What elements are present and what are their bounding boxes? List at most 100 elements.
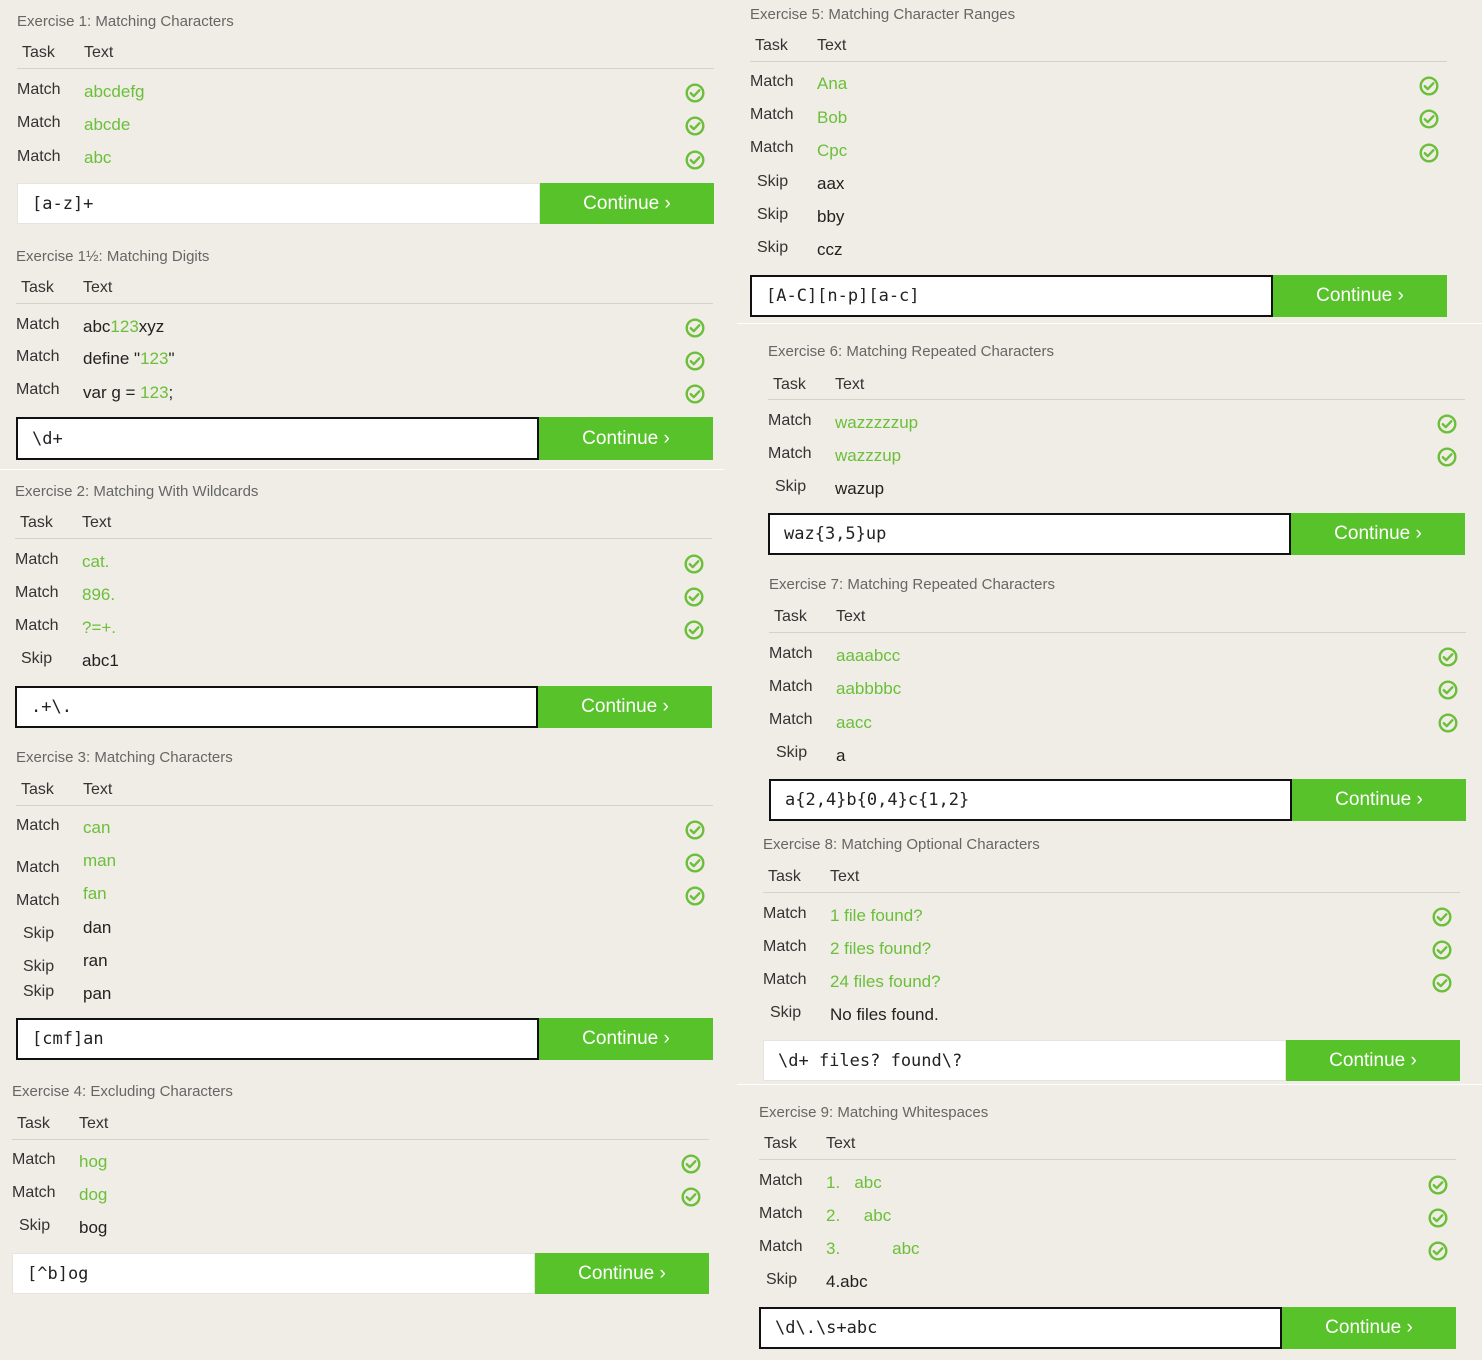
row-text: Bob	[817, 108, 848, 127]
header-text: Text	[82, 514, 112, 531]
continue-button[interactable]: Continue ›	[539, 417, 713, 460]
task-label: Skip	[21, 650, 53, 667]
regex-input[interactable]: [A-C][n-p][a-c]	[750, 275, 1273, 317]
section-divider	[0, 469, 724, 470]
check-circle-icon	[685, 116, 705, 136]
task-label: Match	[763, 971, 807, 988]
task-label: Match	[16, 859, 60, 876]
section-divider	[737, 323, 1482, 324]
check-circle-icon	[1428, 1208, 1448, 1228]
task-label: Match	[763, 905, 807, 922]
row-text: 2. abc	[826, 1206, 892, 1225]
row-text: aacc	[836, 713, 872, 732]
continue-button[interactable]: Continue ›	[539, 1018, 713, 1060]
regex-input[interactable]: \d+	[16, 417, 539, 460]
header-text: Text	[830, 868, 860, 885]
check-circle-icon	[1438, 680, 1458, 700]
row-text: a	[836, 746, 846, 765]
regex-input[interactable]: .+\.	[15, 686, 538, 728]
row-text: 3. abc	[826, 1239, 920, 1258]
regex-input[interactable]: [cmf]an	[16, 1018, 539, 1060]
row-text: 896.	[82, 585, 116, 604]
exercise-title: Exercise 4: Excluding Characters	[12, 1083, 233, 1100]
exercise-2: Exercise 2: Matching With Wildcards Task…	[15, 483, 715, 733]
task-label: Match	[15, 551, 59, 568]
exercise-5: Exercise 5: Matching Character Ranges Ta…	[750, 6, 1450, 321]
header-divider	[16, 805, 713, 806]
task-label: Match	[769, 711, 813, 728]
row-text: bby	[817, 207, 845, 226]
task-label: Match	[768, 412, 812, 429]
regex-input[interactable]: \d\.\s+abc	[759, 1307, 1282, 1349]
row-text: cat.	[82, 552, 110, 571]
task-label: Skip	[766, 1271, 798, 1288]
header-text: Text	[836, 608, 866, 625]
task-label: Match	[12, 1151, 56, 1168]
header-text: Text	[79, 1115, 109, 1132]
check-circle-icon	[685, 351, 705, 371]
regex-input[interactable]: \d+ files? found\?	[763, 1040, 1286, 1081]
check-circle-icon	[684, 587, 704, 607]
row-text: var g = 123;	[83, 383, 174, 402]
row-text: man	[83, 851, 117, 870]
header-text: Text	[83, 781, 113, 798]
header-task: Task	[20, 514, 53, 531]
row-text: ?=+.	[82, 618, 117, 637]
check-circle-icon	[1437, 414, 1457, 434]
header-task: Task	[764, 1135, 797, 1152]
header-divider	[768, 399, 1465, 400]
exercise-title: Exercise 2: Matching With Wildcards	[15, 483, 259, 500]
regex-input[interactable]: a{2,4}b{0,4}c{1,2}	[769, 779, 1292, 821]
row-text: aax	[817, 174, 845, 193]
continue-button[interactable]: Continue ›	[540, 183, 714, 224]
task-label: Match	[759, 1238, 803, 1255]
exercise-7: Exercise 7: Matching Repeated Characters…	[769, 576, 1469, 826]
exercise-6: Exercise 6: Matching Repeated Characters…	[768, 343, 1468, 558]
row-text: fan	[83, 884, 107, 903]
check-circle-icon	[1428, 1241, 1448, 1261]
check-circle-icon	[1432, 973, 1452, 993]
row-text: Ana	[817, 74, 848, 93]
header-text: Text	[826, 1135, 856, 1152]
task-label: Skip	[19, 1217, 51, 1234]
header-divider	[769, 632, 1466, 633]
continue-button[interactable]: Continue ›	[535, 1253, 709, 1294]
row-text: can	[83, 818, 111, 837]
exercise-9: Exercise 9: Matching Whitespaces Task Te…	[759, 1104, 1459, 1354]
task-label: Match	[750, 139, 794, 156]
task-label: Match	[769, 645, 813, 662]
continue-button[interactable]: Continue ›	[1282, 1307, 1456, 1349]
exercise-title: Exercise 3: Matching Characters	[16, 749, 233, 766]
header-text: Text	[84, 44, 114, 61]
row-text: hog	[79, 1152, 108, 1171]
check-circle-icon	[681, 1154, 701, 1174]
row-text: dog	[79, 1185, 108, 1204]
exercise-title: Exercise 9: Matching Whitespaces	[759, 1104, 989, 1121]
row-text: No files found.	[830, 1005, 939, 1024]
task-label: Match	[750, 73, 794, 90]
check-circle-icon	[1432, 907, 1452, 927]
exercise-title: Exercise 8: Matching Optional Characters	[763, 836, 1040, 853]
check-circle-icon	[685, 853, 705, 873]
exercise-title: Exercise 1: Matching Characters	[17, 13, 234, 30]
regex-input[interactable]: waz{3,5}up	[768, 513, 1291, 555]
continue-button[interactable]: Continue ›	[538, 686, 712, 728]
row-text: 4.abc	[826, 1272, 868, 1291]
row-text: 1 file found?	[830, 906, 923, 925]
exercise-title: Exercise 5: Matching Character Ranges	[750, 6, 1016, 23]
continue-button[interactable]: Continue ›	[1286, 1040, 1460, 1081]
header-task: Task	[21, 279, 54, 296]
check-circle-icon	[684, 620, 704, 640]
check-circle-icon	[685, 384, 705, 404]
header-task: Task	[768, 868, 801, 885]
continue-button[interactable]: Continue ›	[1292, 779, 1466, 821]
section-divider	[737, 1084, 1482, 1085]
exercise-title: Exercise 7: Matching Repeated Characters	[769, 576, 1055, 593]
regex-input[interactable]: [^b]og	[12, 1253, 535, 1294]
header-text: Text	[835, 376, 865, 393]
check-circle-icon	[685, 83, 705, 103]
regex-input[interactable]: [a-z]+	[17, 183, 540, 224]
continue-button[interactable]: Continue ›	[1291, 513, 1465, 555]
continue-button[interactable]: Continue ›	[1273, 275, 1447, 317]
task-label: Match	[15, 617, 59, 634]
